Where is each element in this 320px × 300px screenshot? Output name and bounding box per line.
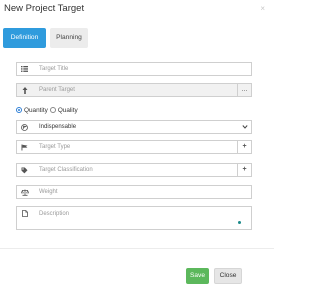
radio-quality-indicator[interactable] [49, 107, 56, 113]
target-title-field[interactable]: Target Title [16, 62, 252, 76]
dialog-title: New Project Target [4, 3, 85, 14]
tab-definition[interactable]: Definition [3, 28, 46, 48]
target-type-field[interactable]: Target Type + [16, 140, 252, 154]
radio-quality[interactable]: Quality [49, 106, 78, 114]
add-target-type-button[interactable]: + [237, 141, 251, 153]
radio-quantity[interactable]: Quantity [16, 107, 48, 114]
add-target-classification-button[interactable]: + [237, 164, 251, 176]
parent-target-placeholder: Parent Target [39, 87, 75, 93]
arrow-up-icon [17, 84, 32, 96]
radio-quantity-label: Quantity [24, 106, 48, 114]
close-button[interactable]: Close [214, 268, 242, 284]
save-button[interactable]: Save [186, 268, 209, 284]
footer-divider [0, 248, 274, 249]
close-icon[interactable]: × [260, 4, 265, 13]
chevron-down-icon [242, 121, 248, 133]
scale-icon [17, 186, 32, 198]
list-icon [17, 63, 32, 75]
target-title-placeholder: Target Title [39, 66, 69, 72]
flag-icon [17, 141, 32, 153]
tag-icon [17, 164, 32, 176]
flag-circle-icon [17, 121, 32, 133]
importance-value: Indispensable [39, 124, 77, 130]
dialog-header: New Project Target × [0, 0, 274, 18]
tab-planning[interactable]: Planning [50, 28, 88, 48]
weight-field[interactable]: Weight [16, 185, 252, 199]
parent-target-browse-button[interactable]: ... [237, 84, 251, 96]
description-field[interactable]: Description [16, 206, 252, 230]
importance-select[interactable]: Indispensable [16, 120, 252, 134]
radio-quality-label: Quality [57, 106, 78, 114]
radio-quantity-indicator[interactable] [16, 107, 22, 113]
parent-target-field[interactable]: Parent Target ... [16, 83, 252, 97]
tab-bar: Definition Planning [0, 28, 274, 48]
target-kind-radio-group: Quantity Quality [16, 105, 80, 115]
target-classification-field[interactable]: Target Classification + [16, 163, 252, 177]
document-icon [17, 207, 32, 219]
description-placeholder: Description [39, 211, 70, 217]
weight-placeholder: Weight [39, 189, 58, 195]
target-classification-placeholder: Target Classification [39, 167, 93, 173]
target-type-placeholder: Target Type [39, 144, 71, 150]
resize-grip-icon[interactable] [238, 221, 241, 224]
